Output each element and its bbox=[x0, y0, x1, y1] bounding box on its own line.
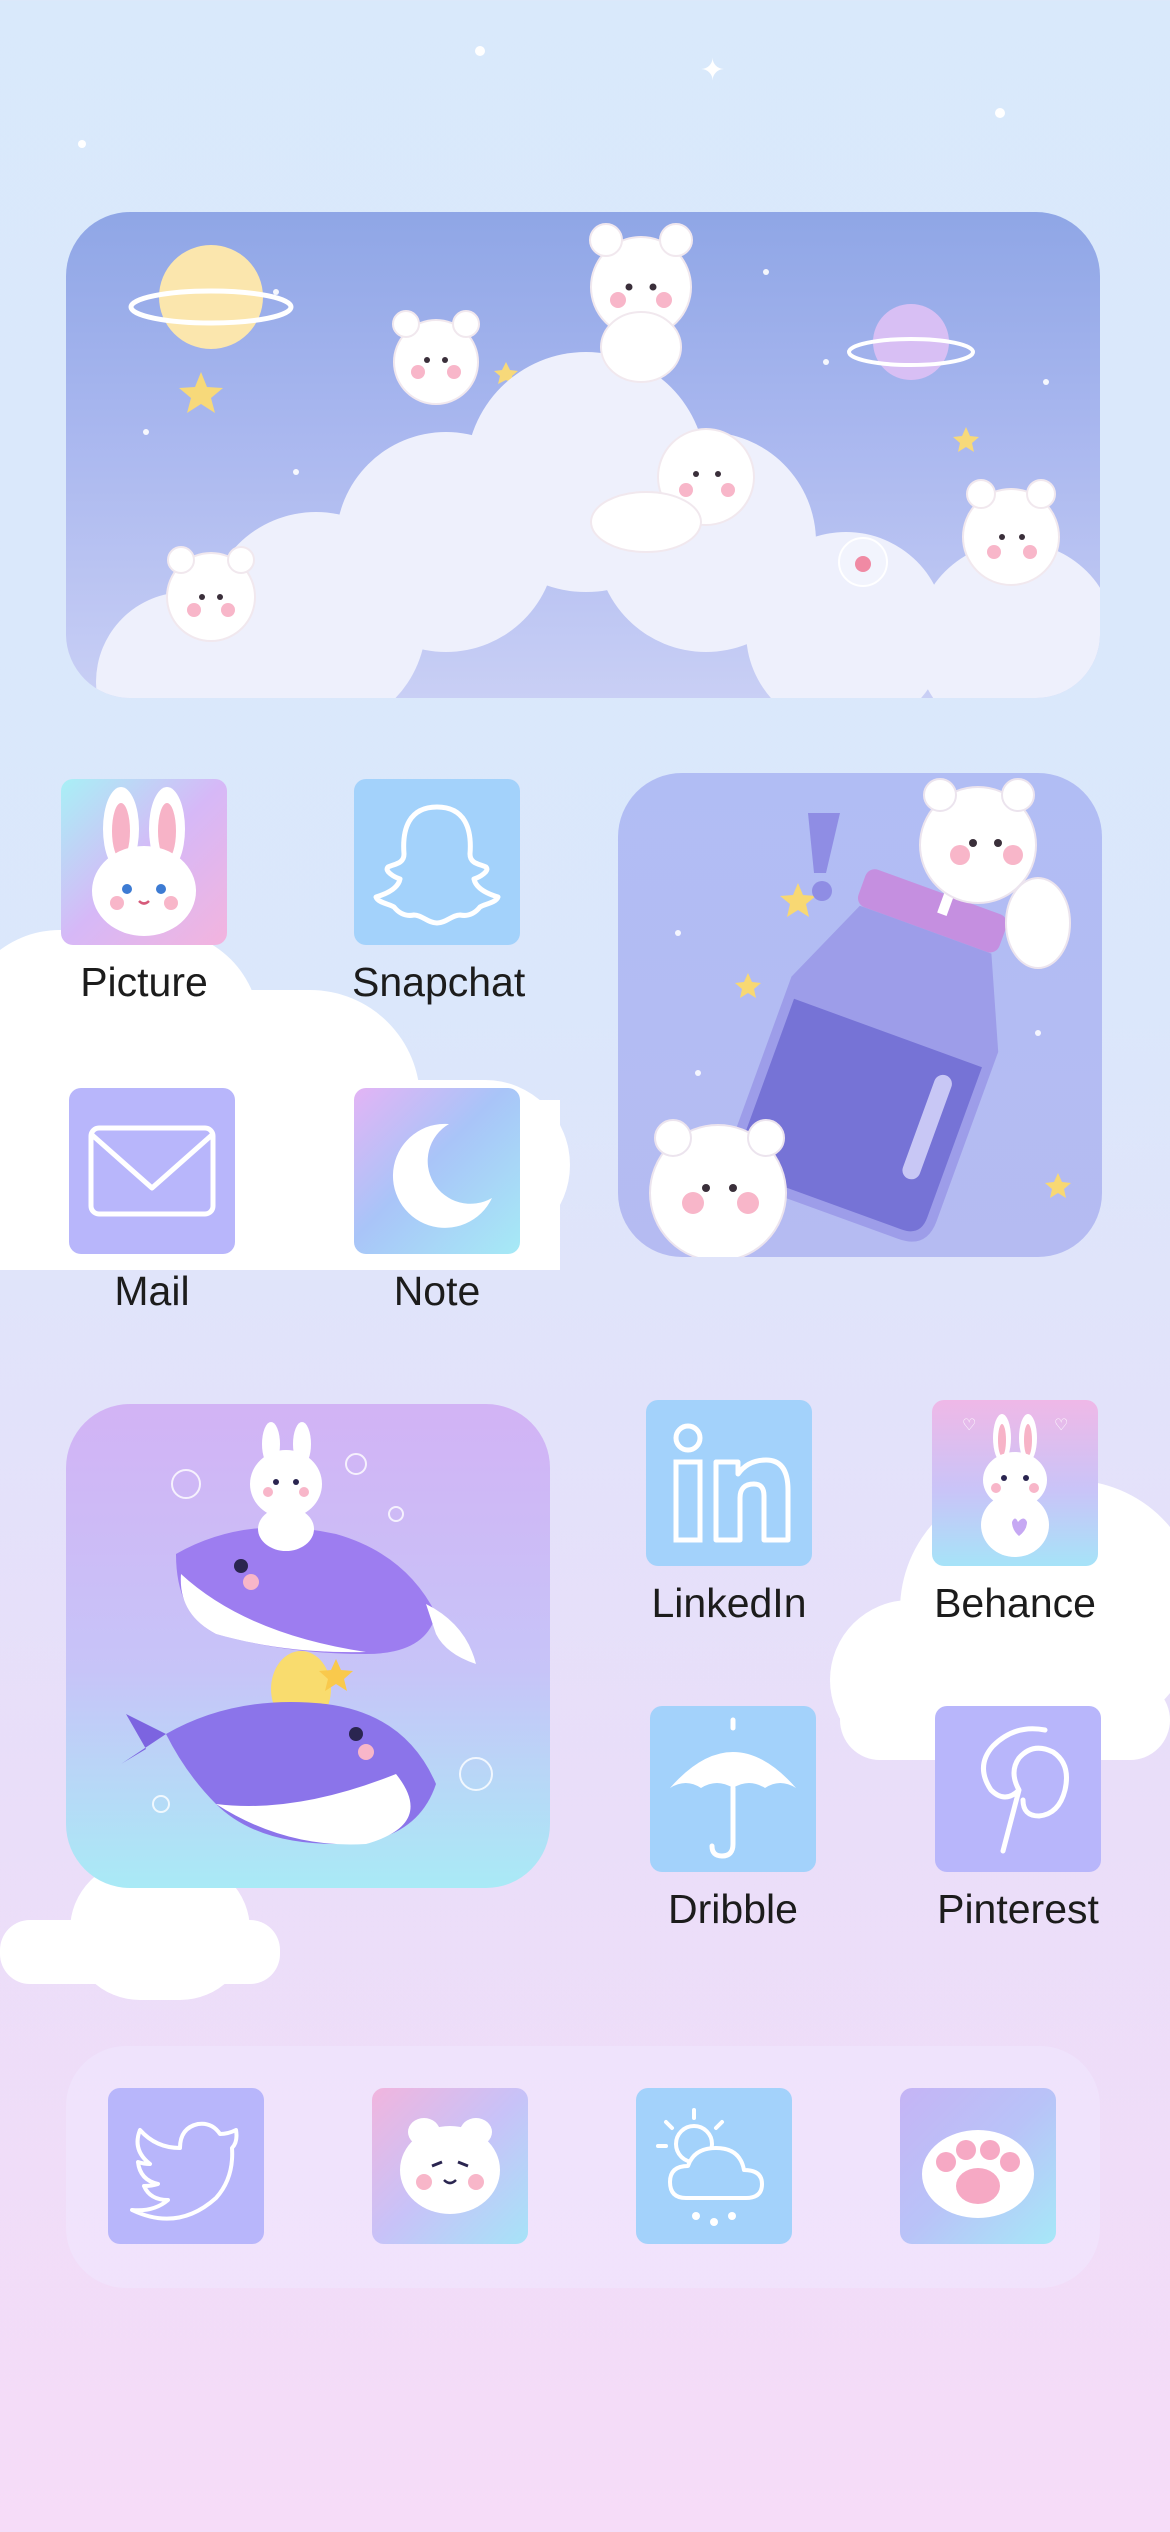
svg-text:♡: ♡ bbox=[962, 1415, 976, 1434]
app-pinterest[interactable]: Pinterest bbox=[933, 1706, 1103, 1933]
svg-text:♡: ♡ bbox=[1054, 1415, 1068, 1434]
whales-widget[interactable] bbox=[66, 1404, 550, 1888]
app-linkedin[interactable]: LinkedIn bbox=[644, 1400, 814, 1627]
app-dribble[interactable]: Dribble bbox=[648, 1706, 818, 1933]
star-decoration: ✦ bbox=[700, 54, 726, 87]
bear-bottle-illustration bbox=[649, 778, 1071, 1257]
app-snapchat[interactable]: Snapchat bbox=[352, 779, 526, 1006]
app-label: Pinterest bbox=[937, 1886, 1099, 1932]
pinterest-icon bbox=[935, 1706, 1101, 1872]
app-label: LinkedIn bbox=[651, 1580, 807, 1626]
cloud-decoration bbox=[0, 1920, 280, 1984]
app-label: Behance bbox=[934, 1580, 1096, 1626]
moon-icon bbox=[354, 1088, 520, 1254]
app-label: Picture bbox=[80, 959, 208, 1005]
star-dot bbox=[78, 140, 86, 148]
weather-icon[interactable] bbox=[636, 2088, 792, 2244]
dock bbox=[66, 2046, 1100, 2288]
bear-bottle-widget[interactable] bbox=[618, 773, 1102, 1257]
envelope-icon bbox=[69, 1088, 235, 1254]
star-dot bbox=[475, 46, 485, 56]
app-mail[interactable]: Mail bbox=[67, 1088, 237, 1315]
app-label: Dribble bbox=[668, 1886, 798, 1932]
app-label: Note bbox=[393, 1268, 481, 1314]
twitter-bird-icon[interactable] bbox=[108, 2088, 264, 2244]
sky-bears-illustration bbox=[96, 223, 1100, 698]
bunny-sitting-icon: ♡ ♡ bbox=[932, 1400, 1098, 1566]
whales-illustration bbox=[121, 1422, 493, 1845]
umbrella-icon bbox=[650, 1706, 816, 1872]
linkedin-icon bbox=[646, 1400, 812, 1566]
bunny-icon bbox=[61, 779, 227, 945]
app-note[interactable]: Note bbox=[352, 1088, 522, 1315]
star-dot bbox=[995, 108, 1005, 118]
ghost-icon bbox=[354, 779, 520, 945]
bunny-face-icon[interactable] bbox=[372, 2088, 528, 2244]
app-picture[interactable]: Picture bbox=[59, 779, 229, 1006]
app-behance[interactable]: ♡ ♡ Behance bbox=[930, 1400, 1100, 1627]
sky-bears-widget[interactable] bbox=[66, 212, 1100, 698]
app-label: Mail bbox=[114, 1268, 190, 1314]
app-label: Snapchat bbox=[352, 959, 526, 1005]
paw-icon[interactable] bbox=[900, 2088, 1056, 2244]
